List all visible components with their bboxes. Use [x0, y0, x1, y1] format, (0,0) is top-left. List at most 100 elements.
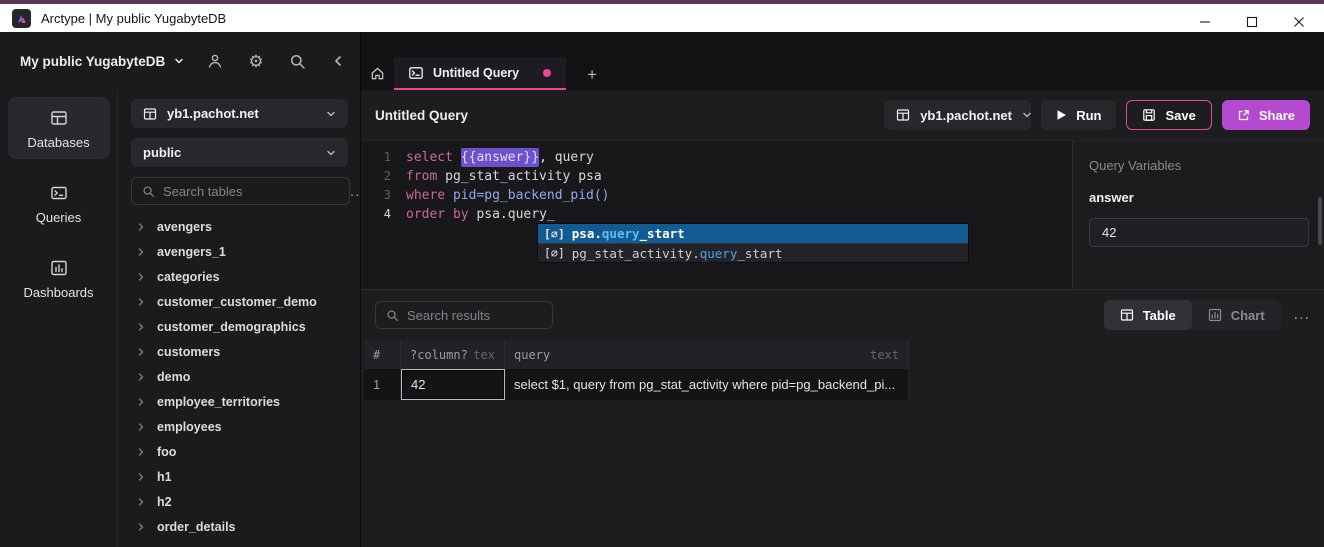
chevron-right-icon — [136, 397, 146, 407]
unsaved-dot-indicator — [543, 69, 551, 77]
chevron-down-icon — [326, 148, 336, 158]
sidebar-item-queries[interactable]: Queries — [8, 172, 110, 234]
tables-more-button[interactable]: ... — [350, 183, 360, 200]
search-icon — [142, 185, 155, 198]
column-icon: [∅] — [544, 246, 565, 260]
sidebar-header: My public YugabyteDB ⚙ — [0, 32, 360, 90]
table-item-customers[interactable]: customers — [131, 339, 348, 364]
table-grid-icon — [143, 107, 157, 121]
arctype-logo-icon — [12, 9, 31, 28]
results-view-controls: Table Chart ... — [1104, 300, 1310, 330]
table-row: 1 42 select $1, query from pg_stat_activ… — [364, 369, 909, 400]
databases-icon — [8, 108, 110, 128]
results-table-header: # ?column? tex query text — [364, 340, 909, 369]
table-item-foo[interactable]: foo — [131, 439, 348, 464]
sidebar-item-dashboards[interactable]: Dashboards — [8, 247, 110, 309]
column-icon: [∅] — [544, 227, 565, 241]
chevron-right-icon — [136, 422, 146, 432]
table-item-categories[interactable]: categories — [131, 264, 348, 289]
table-grid-icon — [896, 108, 910, 122]
chevron-right-icon — [136, 322, 146, 332]
share-external-link-icon — [1237, 109, 1250, 122]
table-item-h1[interactable]: h1 — [131, 464, 348, 489]
results-more-button[interactable]: ... — [1294, 306, 1310, 324]
view-toggle-table[interactable]: Table — [1104, 300, 1192, 330]
query-header: Untitled Query yb1.pachot.net Run — [361, 90, 1324, 140]
nav-label: Databases — [27, 135, 89, 150]
results-toolbar: Table Chart ... — [361, 290, 1324, 340]
workspace-switcher[interactable]: My public YugabyteDB — [20, 54, 184, 69]
tables-search-input[interactable] — [163, 184, 339, 199]
chevron-right-icon — [136, 297, 146, 307]
row-index-cell[interactable]: 1 — [364, 369, 401, 400]
connection-dropdown[interactable]: yb1.pachot.net — [884, 100, 1031, 130]
column-header-index[interactable]: # — [364, 340, 401, 369]
view-toggle-chart[interactable]: Chart — [1192, 300, 1281, 330]
table-item-customer-customer-demo[interactable]: customer_customer_demo — [131, 289, 348, 314]
scrollbar[interactable] — [1318, 197, 1322, 245]
schema-name: public — [143, 145, 181, 160]
schema-dropdown[interactable]: public — [131, 138, 348, 167]
connection-name: yb1.pachot.net — [920, 108, 1012, 123]
tab-label: Untitled Query — [433, 66, 519, 80]
chevron-right-icon — [136, 372, 146, 382]
variable-value-input[interactable] — [1089, 218, 1309, 247]
window-title: Arctype | My public YugabyteDB — [41, 11, 226, 26]
tables-search-row: ... — [131, 177, 348, 205]
titlebar: Arctype | My public YugabyteDB — [0, 0, 1324, 32]
table-item-order-details[interactable]: order_details — [131, 514, 348, 539]
chevron-right-icon — [136, 222, 146, 232]
table-list: avengers avengers_1 categories customer_… — [131, 214, 348, 539]
editor-row: 1select {{answer}}, query 2from pg_stat_… — [361, 140, 1324, 290]
code-line: 1select {{answer}}, query — [361, 148, 1072, 167]
column-header-query[interactable]: query text — [505, 340, 909, 369]
chevron-right-icon — [136, 447, 146, 457]
search-icon[interactable] — [288, 52, 306, 70]
autocomplete-item-pg-stat-activity-query-start[interactable]: [∅] pg_stat_activity.query_start — [538, 243, 968, 262]
account-icon[interactable] — [206, 52, 224, 70]
table-item-avengers-1[interactable]: avengers_1 — [131, 239, 348, 264]
selected-cell-column-value[interactable]: 42 — [401, 369, 505, 400]
server-name: yb1.pachot.net — [167, 106, 259, 121]
chevron-right-icon — [136, 497, 146, 507]
column-type: tex — [473, 348, 495, 362]
run-button[interactable]: Run — [1041, 100, 1116, 130]
results-search-input[interactable] — [407, 308, 542, 323]
share-button[interactable]: Share — [1222, 100, 1310, 130]
query-terminal-icon — [409, 67, 423, 79]
table-item-demo[interactable]: demo — [131, 364, 348, 389]
search-icon — [386, 309, 399, 322]
view-toggle-group: Table Chart — [1104, 300, 1281, 330]
settings-gear-icon[interactable]: ⚙ — [247, 52, 265, 70]
chevron-right-icon — [136, 472, 146, 482]
nav-label: Queries — [36, 210, 82, 225]
table-item-h2[interactable]: h2 — [131, 489, 348, 514]
tab-home[interactable] — [361, 57, 394, 90]
table-item-customer-demographics[interactable]: customer_demographics — [131, 314, 348, 339]
query-value-cell[interactable]: select $1, query from pg_stat_activity w… — [505, 369, 909, 400]
dashboards-chart-icon — [8, 258, 110, 278]
sidebar: My public YugabyteDB ⚙ — [0, 32, 360, 547]
sql-editor[interactable]: 1select {{answer}}, query 2from pg_stat_… — [361, 141, 1072, 289]
table-item-avengers[interactable]: avengers — [131, 214, 348, 239]
table-grid-icon — [1120, 308, 1134, 322]
table-item-employees[interactable]: employees — [131, 414, 348, 439]
play-icon — [1056, 109, 1067, 121]
server-dropdown[interactable]: yb1.pachot.net — [131, 99, 348, 128]
query-title: Untitled Query — [375, 108, 468, 123]
collapse-sidebar-icon[interactable] — [329, 52, 347, 70]
column-header-column[interactable]: ?column? tex — [401, 340, 505, 369]
tables-search-box[interactable] — [131, 177, 350, 205]
tab-untitled-query[interactable]: Untitled Query — [394, 57, 566, 90]
query-variable-token: {{answer}} — [461, 148, 539, 167]
sidebar-item-databases[interactable]: Databases — [8, 97, 110, 159]
results-table: # ?column? tex query text 1 42 — [364, 340, 909, 400]
save-button[interactable]: Save — [1126, 100, 1211, 130]
table-item-employee-territories[interactable]: employee_territories — [131, 389, 348, 414]
autocomplete-item-psa-query-start[interactable]: [∅] psa.query_start — [538, 224, 968, 243]
chevron-down-icon — [326, 109, 336, 119]
code-line: 3where pid=pg_backend_pid() — [361, 186, 1072, 205]
results-search-box[interactable] — [375, 301, 553, 329]
new-tab-button[interactable]: + — [587, 66, 597, 83]
chevron-down-icon — [174, 56, 184, 66]
